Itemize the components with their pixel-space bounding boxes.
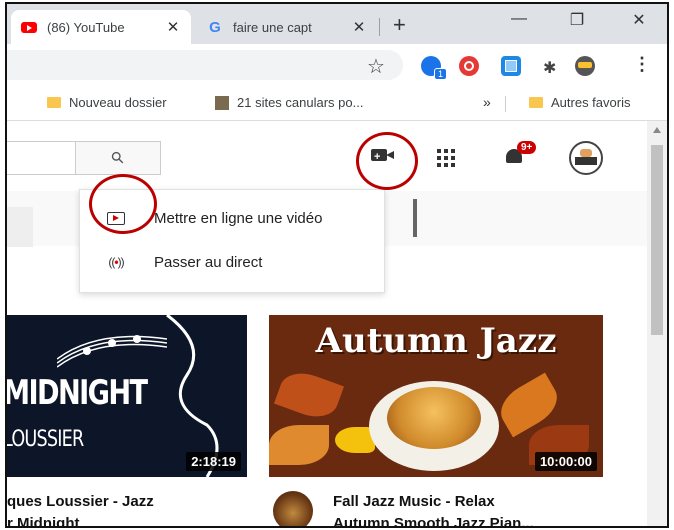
browser-menu-icon[interactable]: ⋮ <box>633 54 651 75</box>
video-title-line: Autumn Smooth Jazz Pian... <box>333 515 534 526</box>
bookmark-21-sites[interactable]: 21 sites canulars po... <box>215 95 363 110</box>
bookmarks-overflow-icon[interactable]: » <box>483 94 491 110</box>
close-tab-icon[interactable]: ✕ <box>351 18 367 36</box>
video-title-line: r Midnight <box>7 515 80 526</box>
video-title-line: Fall Jazz Music - Relax <box>333 493 495 510</box>
leaf-shape <box>273 365 345 425</box>
bookmark-label: Autres favoris <box>551 95 631 110</box>
page-scrollbar[interactable] <box>647 121 667 526</box>
folder-icon <box>47 97 61 108</box>
bookmark-star-icon[interactable]: ☆ <box>367 54 385 79</box>
go-live-icon: ((•)) <box>108 255 124 269</box>
close-window-button[interactable]: ✕ <box>619 10 659 30</box>
create-video-button[interactable]: + <box>371 147 395 163</box>
tab-strip: (86) YouTube ✕ G faire une capt ✕ + — ❐ … <box>7 4 667 44</box>
menu-item-label: Passer au direct <box>154 253 263 271</box>
tab-title: (86) YouTube <box>47 19 125 35</box>
screenshot-extension-icon[interactable] <box>501 56 521 76</box>
video-title[interactable]: ques Loussier - Jazz r Midnight <box>7 491 154 526</box>
tab-separator <box>379 18 380 36</box>
bookmarks-bar: Nouveau dossier 21 sites canulars po... … <box>7 88 667 121</box>
sync-extension-icon[interactable] <box>459 56 479 76</box>
minimize-button[interactable]: — <box>499 10 539 28</box>
tab-youtube[interactable]: (86) YouTube ✕ <box>11 10 191 44</box>
close-tab-icon[interactable]: ✕ <box>165 18 181 36</box>
create-menu: Mettre en ligne une vidéo ((•)) Passer a… <box>79 189 385 293</box>
thumbnail-text: LOUSSIER <box>7 427 84 452</box>
youtube-header: ⚲ + 9+ <box>7 121 647 191</box>
browser-window: (86) YouTube ✕ G faire une capt ✕ + — ❐ … <box>5 2 669 528</box>
new-tab-button[interactable]: + <box>393 12 406 38</box>
upload-video-icon <box>104 206 128 230</box>
maximize-button[interactable]: ❐ <box>557 10 597 30</box>
video-duration: 2:18:19 <box>186 452 241 471</box>
scrollbar-thumb[interactable] <box>651 145 663 335</box>
video-title[interactable]: Fall Jazz Music - Relax Autumn Smooth Ja… <box>333 491 534 526</box>
video-camera-icon: + <box>371 149 387 163</box>
tab-google-search[interactable]: G faire une capt ✕ <box>197 10 377 44</box>
site-icon <box>215 95 229 110</box>
bookmark-nouveau-dossier[interactable]: Nouveau dossier <box>47 95 167 110</box>
menu-item-label: Mettre en ligne une vidéo <box>154 209 323 227</box>
channel-avatar[interactable] <box>273 491 313 526</box>
video-thumbnail[interactable]: Autumn Jazz 10:00:00 <box>269 315 603 477</box>
camera-lens-shape <box>386 151 394 159</box>
chip[interactable] <box>7 207 33 247</box>
coffee-shape <box>387 387 481 449</box>
video-duration: 10:00:00 <box>534 452 597 471</box>
extension-badge: 1 <box>433 68 447 80</box>
browser-toolbar: ☆ 1 ✱ ⋮ <box>7 44 667 88</box>
apps-grid-icon[interactable] <box>437 149 455 167</box>
scroll-up-arrow-icon[interactable] <box>653 127 661 133</box>
menu-scroll-indicator <box>413 199 417 237</box>
bookmark-autres-favoris[interactable]: Autres favoris <box>529 95 630 110</box>
thumbnail-title: Autumn Jazz <box>315 321 557 361</box>
video-thumbnail[interactable]: MIDNIGHT LOUSSIER 2:18:19 <box>7 315 247 477</box>
thumbnail-text: MIDNIGHT <box>7 373 148 413</box>
google-favicon-icon: G <box>209 18 221 36</box>
account-avatar[interactable] <box>569 141 603 175</box>
search-icon: ⚲ <box>108 148 129 169</box>
profile-avatar-icon[interactable] <box>575 56 595 76</box>
tab-title: faire une capt <box>233 19 312 35</box>
search-button[interactable]: ⚲ <box>75 141 161 175</box>
menu-item-upload-video[interactable]: Mettre en ligne une vidéo <box>80 196 384 240</box>
extensions-puzzle-icon[interactable]: ✱ <box>543 58 556 78</box>
bookmark-label: 21 sites canulars po... <box>237 95 364 110</box>
youtube-favicon-icon <box>21 19 37 35</box>
address-bar[interactable]: ☆ <box>7 50 403 80</box>
menu-item-go-live[interactable]: ((•)) Passer au direct <box>80 240 384 284</box>
folder-icon <box>529 97 543 108</box>
youtube-page: ⚲ + 9+ Mettre en ligne une vidéo ((•)) P… <box>7 121 647 526</box>
weather-extension-icon[interactable]: 1 <box>421 56 447 80</box>
video-title-line: ques Loussier - Jazz <box>7 493 154 510</box>
bookmark-label: Nouveau dossier <box>69 95 167 110</box>
search-input[interactable] <box>7 141 78 175</box>
bookmarks-separator <box>505 96 506 112</box>
notification-count-badge: 9+ <box>517 141 537 154</box>
leaf-shape <box>269 425 329 465</box>
